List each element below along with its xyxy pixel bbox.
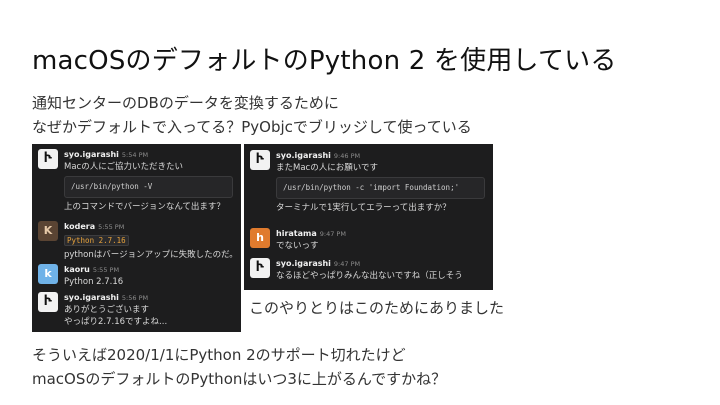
chat-screenshot-right: Ⴡ syo.igarashi 9:46 PM またMacの人にお願いです /usr… (244, 144, 493, 290)
outro-text: そういえば2020/1/1にPython 2のサポート切れたけど macOSのデ… (32, 343, 446, 391)
message-text: またMacの人にお願いです (276, 163, 378, 173)
intro-line-2: なぜかデフォルトで入ってる？PyObjcでブリッジして使っている (32, 118, 472, 136)
user-name: kaoru (64, 265, 90, 274)
avatar-icon: Ⴡ (38, 292, 58, 312)
code-block: /usr/bin/python -c 'import Foundation;' (276, 177, 485, 199)
avatar-icon: h (250, 228, 270, 248)
message-text: ターミナルで1実行してエラーって出ますか？ (276, 203, 451, 213)
outro-line-2: macOSのデフォルトのPythonはいつ3に上がるんですかね？ (32, 370, 447, 388)
user-name: hiratama (276, 229, 317, 238)
intro-text: 通知センターのDBのデータを変換するために なぜかデフォルトで入ってる？PyOb… (32, 91, 472, 139)
code-block: /usr/bin/python -V (64, 176, 233, 198)
message-text: でないっす (276, 241, 319, 251)
timestamp: 5:54 PM (121, 151, 149, 159)
timestamp: 5:56 PM (121, 294, 149, 302)
timestamp: 5:55 PM (92, 266, 120, 274)
user-name: syo.igarashi (64, 150, 119, 159)
outro-line-1: そういえば2020/1/1にPython 2のサポート切れたけど (32, 346, 406, 364)
timestamp: 9:47 PM (319, 230, 346, 238)
inline-code: Python 2.7.16 (64, 235, 129, 246)
avatar-icon: Ⴡ (250, 258, 270, 278)
user-name: syo.igarashi (64, 293, 119, 302)
caption: このやりとりはこのためにありました (249, 299, 505, 317)
message-text: なるほどやっぱりみんな出ないですね（正しそう (276, 271, 463, 281)
avatar-icon: Ⴡ (250, 150, 270, 170)
timestamp: 9:46 PM (333, 152, 361, 160)
message-text: Python 2.7.16 (64, 277, 124, 287)
message-text: 上のコマンドでバージョンなんて出ます？ (64, 202, 225, 212)
slide-title: macOSのデフォルトのPython 2 を使用している (32, 46, 617, 76)
message-text: やっぱり2.7.16ですよね... (64, 317, 168, 327)
timestamp: 9:47 PM (333, 260, 361, 268)
avatar-icon: k (38, 264, 58, 284)
user-name: syo.igarashi (276, 259, 331, 268)
intro-line-1: 通知センターのDBのデータを変換するために (32, 94, 339, 112)
user-name: syo.igarashi (276, 151, 331, 160)
message-text: ありがとうございます (64, 305, 150, 315)
message-text: Macの人にご協力いただきたい (64, 162, 184, 172)
chat-screenshot-left: Ⴡ syo.igarashi 5:54 PM Macの人にご協力いただきたい /u… (32, 144, 241, 332)
user-name: kodera (64, 222, 96, 231)
timestamp: 5:55 PM (98, 223, 125, 231)
message-text: pythonはバージョンアップに失敗したのだ。 (64, 250, 237, 260)
avatar-icon: Ⴡ (38, 149, 58, 169)
avatar-icon: K (38, 221, 58, 241)
